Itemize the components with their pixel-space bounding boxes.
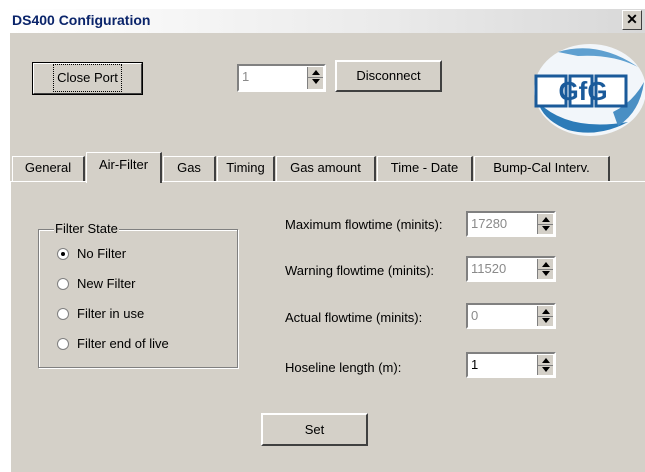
- warning-flowtime-label: Warning flowtime (minits):: [285, 263, 435, 278]
- tab-gas-amount[interactable]: Gas amount: [276, 156, 376, 181]
- port-spin-arrows[interactable]: [307, 67, 323, 89]
- port-spinner[interactable]: 1: [237, 64, 326, 92]
- spin-down-icon[interactable]: [541, 367, 550, 372]
- warning-flowtime-value: 11520: [471, 261, 507, 276]
- tab-bump-cal-interv[interactable]: Bump-Cal Interv.: [474, 156, 610, 181]
- hoseline-length-label: Hoseline length (m):: [285, 360, 402, 375]
- spin-down-icon[interactable]: [541, 226, 550, 231]
- actual-flowtime-label: Actual flowtime (minits):: [285, 310, 423, 325]
- tab-gas[interactable]: Gas: [163, 156, 216, 181]
- radio-unselected-icon[interactable]: [57, 338, 69, 350]
- radio-unselected-icon[interactable]: [57, 308, 69, 320]
- hoseline-length-value: 1: [471, 357, 479, 372]
- spin-down-icon[interactable]: [541, 271, 550, 276]
- spin-down-icon[interactable]: [311, 79, 320, 84]
- set-button[interactable]: Set: [261, 413, 368, 446]
- window-title: DS400 Configuration: [12, 12, 151, 28]
- tab-general[interactable]: General: [12, 156, 85, 181]
- warning-flowtime-spinner[interactable]: 11520: [466, 256, 556, 282]
- max-flowtime-value: 17280: [471, 216, 508, 231]
- close-port-button[interactable]: Close Port: [32, 62, 143, 95]
- max-flowtime-spinner[interactable]: 17280: [466, 211, 556, 237]
- tab-timing[interactable]: Timing: [217, 156, 275, 181]
- tab-strip: General Air-Filter Gas Timing Gas amount…: [10, 152, 645, 183]
- logo-text: GfG: [558, 76, 607, 106]
- spin-up-icon[interactable]: [541, 217, 550, 222]
- close-window-button[interactable]: ✕: [622, 10, 642, 30]
- max-flowtime-label: Maximum flowtime (minits):: [285, 217, 443, 232]
- spin-up-icon[interactable]: [311, 70, 320, 75]
- tab-air-filter[interactable]: Air-Filter: [86, 152, 162, 183]
- config-window: DS400 Configuration ✕ Close Port 1 Disco…: [10, 9, 645, 472]
- title-bar: DS400 Configuration ✕: [10, 9, 645, 33]
- spin-down-icon[interactable]: [541, 318, 550, 323]
- port-value: 1: [242, 69, 250, 84]
- actual-flowtime-spinner[interactable]: 0: [466, 303, 556, 329]
- close-port-label: Close Port: [53, 64, 122, 92]
- spin-up-icon[interactable]: [541, 358, 550, 363]
- tab-time-date[interactable]: Time - Date: [377, 156, 473, 181]
- gfg-logo: GfG: [534, 44, 645, 136]
- hoseline-length-spinner[interactable]: 1: [466, 352, 556, 378]
- radio-unselected-icon[interactable]: [57, 278, 69, 290]
- filter-state-title: Filter State: [54, 221, 119, 236]
- spin-up-icon[interactable]: [541, 309, 550, 314]
- actual-flowtime-value: 0: [471, 308, 479, 323]
- radio-selected-icon[interactable]: [57, 248, 69, 260]
- disconnect-button[interactable]: Disconnect: [335, 60, 442, 92]
- spin-up-icon[interactable]: [541, 262, 550, 267]
